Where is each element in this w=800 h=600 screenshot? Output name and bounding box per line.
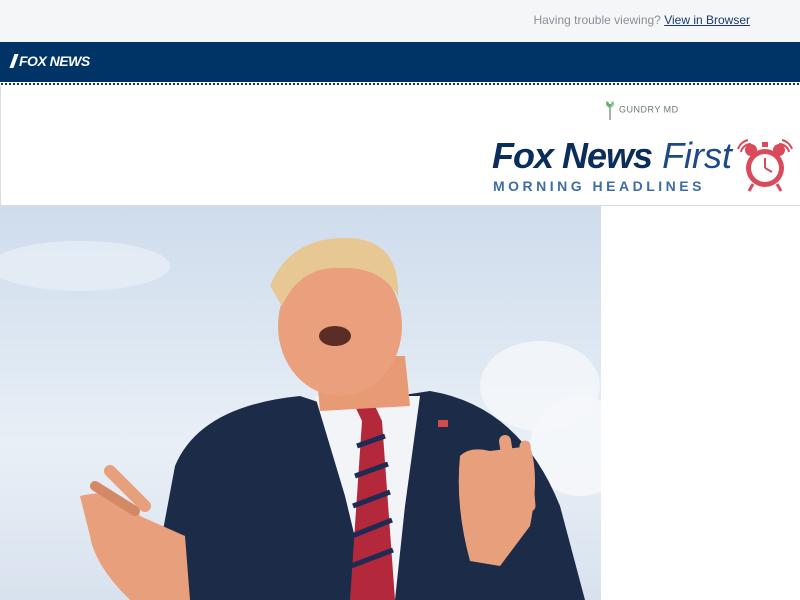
logo-text: FOX NEWS	[19, 53, 90, 69]
title-bold: Fox News	[492, 135, 653, 176]
newsletter-title: Fox News First	[492, 136, 732, 176]
leaf-icon	[606, 101, 614, 120]
view-in-browser-link[interactable]: View in Browser	[664, 13, 750, 27]
newsletter-header: GUNDRY MD Fox News First MORNING HEADLIN…	[0, 86, 800, 205]
sponsor-text: GUNDRY MD	[619, 104, 679, 115]
newsletter-subtitle: MORNING HEADLINES	[493, 178, 705, 194]
logo-slash-icon	[9, 54, 19, 68]
brand-bar: FOX NEWS	[0, 42, 800, 82]
trouble-viewing-notice: Having trouble viewing? View in Browser	[533, 13, 750, 27]
title-light: First	[662, 135, 733, 176]
trouble-viewing-text: Having trouble viewing?	[533, 13, 661, 27]
top-bar: Having trouble viewing? View in Browser	[0, 0, 800, 42]
hero-illustration	[0, 237, 601, 600]
hero-photo[interactable]	[0, 206, 601, 600]
sponsor-logo[interactable]: GUNDRY MD	[605, 100, 679, 120]
fox-news-logo[interactable]: FOX NEWS	[9, 53, 90, 69]
alarm-clock-icon	[737, 139, 793, 192]
